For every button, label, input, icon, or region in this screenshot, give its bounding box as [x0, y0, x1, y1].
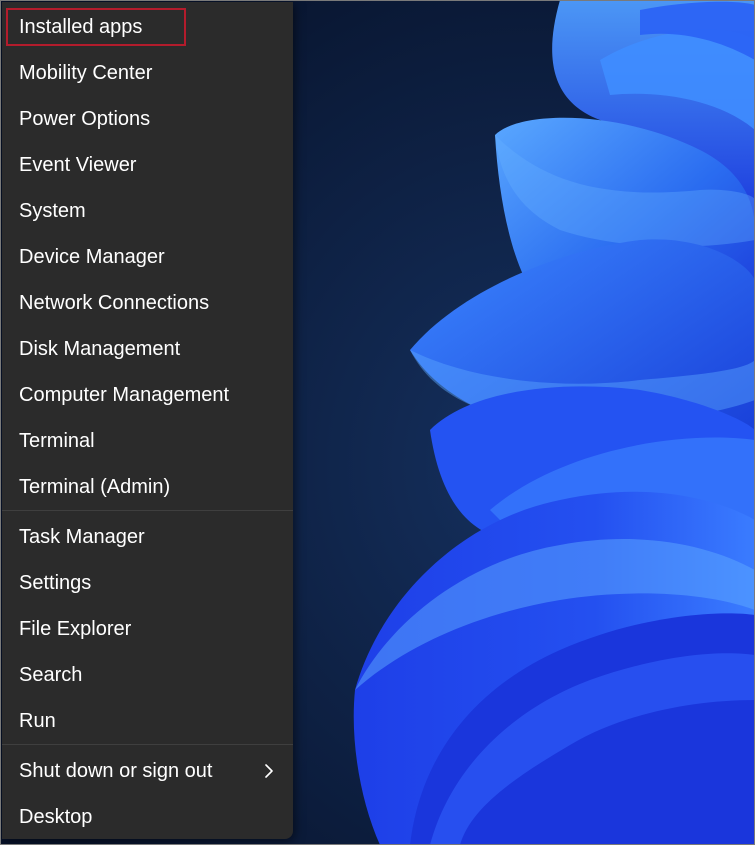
menu-item-label: File Explorer: [19, 617, 132, 640]
menu-item-label: Mobility Center: [19, 61, 153, 84]
menu-item-network-connections[interactable]: Network Connections: [2, 280, 293, 326]
menu-item-label: System: [19, 199, 86, 222]
menu-item-power-options[interactable]: Power Options: [2, 96, 293, 142]
menu-separator: [2, 744, 293, 745]
menu-item-disk-management[interactable]: Disk Management: [2, 326, 293, 372]
menu-item-label: Desktop: [19, 805, 93, 828]
menu-item-task-manager[interactable]: Task Manager: [2, 514, 293, 560]
power-user-menu: Installed apps Mobility Center Power Opt…: [2, 2, 293, 839]
menu-item-computer-management[interactable]: Computer Management: [2, 372, 293, 418]
menu-item-label: Power Options: [19, 107, 151, 130]
menu-item-label: Settings: [19, 571, 92, 594]
menu-item-label: Task Manager: [19, 525, 145, 548]
menu-item-label: Terminal: [19, 429, 95, 452]
menu-item-search[interactable]: Search: [2, 652, 293, 698]
menu-item-run[interactable]: Run: [2, 698, 293, 744]
menu-item-label: Terminal (Admin): [19, 475, 171, 498]
menu-item-label: Shut down or sign out: [19, 759, 213, 782]
menu-item-terminal[interactable]: Terminal: [2, 418, 293, 464]
menu-item-label: Network Connections: [19, 291, 210, 314]
menu-item-settings[interactable]: Settings: [2, 560, 293, 606]
menu-item-label: Computer Management: [19, 383, 230, 406]
menu-item-label: Search: [19, 663, 83, 686]
menu-item-file-explorer[interactable]: File Explorer: [2, 606, 293, 652]
menu-item-desktop[interactable]: Desktop: [2, 794, 293, 840]
menu-separator: [2, 510, 293, 511]
menu-item-event-viewer[interactable]: Event Viewer: [2, 142, 293, 188]
chevron-right-icon: [265, 764, 273, 778]
menu-item-label: Device Manager: [19, 245, 165, 268]
menu-item-shut-down[interactable]: Shut down or sign out: [2, 748, 293, 794]
menu-item-terminal-admin[interactable]: Terminal (Admin): [2, 464, 293, 510]
menu-item-label: Run: [19, 709, 56, 732]
menu-item-label: Installed apps: [19, 15, 143, 38]
menu-item-label: Disk Management: [19, 337, 181, 360]
menu-item-device-manager[interactable]: Device Manager: [2, 234, 293, 280]
menu-item-installed-apps[interactable]: Installed apps: [2, 4, 293, 50]
menu-item-label: Event Viewer: [19, 153, 137, 176]
menu-item-mobility-center[interactable]: Mobility Center: [2, 50, 293, 96]
menu-item-system[interactable]: System: [2, 188, 293, 234]
